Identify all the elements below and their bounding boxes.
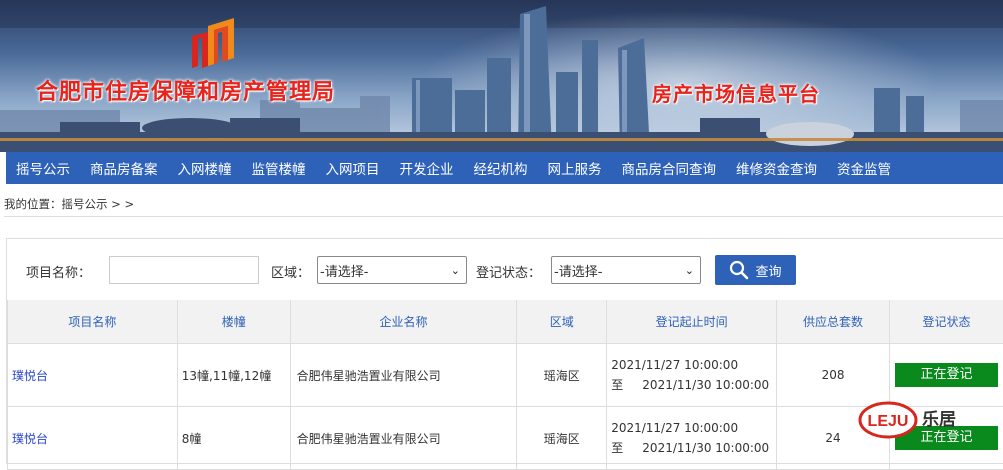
nav-item-contract-query[interactable]: 商品房合同查询 xyxy=(622,158,717,178)
status-cell: 正在登记 xyxy=(889,344,1003,407)
to-label: 至 xyxy=(611,441,623,455)
company-cell: 合肥伟星驰浩置业有限公司 xyxy=(290,344,517,407)
area-label: 区域： xyxy=(271,262,310,281)
column-header: 区域 xyxy=(517,300,607,344)
area-select-value: -请选择- xyxy=(320,261,368,280)
start-time: 2021/11/27 10:00:00 xyxy=(611,418,775,438)
nav-item-lottery-notice[interactable]: 摇号公示 xyxy=(16,158,70,178)
results-panel: 项目名称： 区域： -请选择- ⌄ 登记状态： -请选择- ⌄ 查询 项目名称 xyxy=(6,238,1003,464)
column-header: 楼幢 xyxy=(177,300,290,344)
nav-item-online-services[interactable]: 网上服务 xyxy=(548,158,602,178)
status-select-value: -请选择- xyxy=(554,261,602,280)
project-name-label: 项目名称： xyxy=(26,262,91,281)
nav-item-supervised-buildings[interactable]: 监管楼幢 xyxy=(252,158,306,178)
search-button-label: 查询 xyxy=(755,261,781,280)
end-time-line: 至 2021/11/30 10:00:00 xyxy=(611,438,775,458)
status-select[interactable]: -请选择- ⌄ xyxy=(551,256,701,284)
header-banner: 合肥市住房保障和房产管理局 房产市场信息平台 xyxy=(0,0,1003,152)
building-logo-icon xyxy=(190,14,242,70)
table-row: 璞悦台 8幢 合肥伟星驰浩置业有限公司 瑶海区 2021/11/27 10:00… xyxy=(8,407,1003,470)
breadcrumb: 我的位置：摇号公示 > > xyxy=(4,196,134,212)
project-link[interactable]: 璞悦台 xyxy=(8,407,178,470)
project-link[interactable]: 璞悦台 xyxy=(8,344,178,407)
registering-status-button[interactable]: 正在登记 xyxy=(895,363,998,387)
nav-item-housing-filing[interactable]: 商品房备案 xyxy=(90,158,158,178)
search-form: 项目名称： 区域： -请选择- ⌄ 登记状态： -请选择- ⌄ 查询 xyxy=(7,239,1003,301)
to-label: 至 xyxy=(611,378,623,392)
company-cell: 合肥伟星驰浩置业有限公司 xyxy=(290,407,517,470)
leju-logo-text: LEJU xyxy=(868,413,909,430)
agency-title: 合肥市住房保障和房产管理局 xyxy=(36,74,335,106)
start-time: 2021/11/27 10:00:00 xyxy=(611,355,775,375)
end-time: 2021/11/30 10:00:00 xyxy=(642,378,769,392)
nav-item-brokers[interactable]: 经纪机构 xyxy=(474,158,528,178)
search-button[interactable]: 查询 xyxy=(715,255,796,285)
status-label: 登记状态： xyxy=(476,262,541,281)
chevron-down-icon: ⌄ xyxy=(685,264,694,277)
nav-item-maintenance-fund-query[interactable]: 维修资金查询 xyxy=(736,158,817,178)
lottery-table: 项目名称 楼幢 企业名称 区域 登记起止时间 供应总套数 登记状态 璞悦台 13… xyxy=(7,300,1003,470)
registration-period-cell: 2021/11/27 10:00:00 至 2021/11/30 10:00:0… xyxy=(607,344,777,407)
table-header-row: 项目名称 楼幢 企业名称 区域 登记起止时间 供应总套数 登记状态 xyxy=(8,300,1003,344)
divider xyxy=(4,216,1003,217)
nav-item-networked-projects[interactable]: 入网项目 xyxy=(326,158,380,178)
area-cell: 瑶海区 xyxy=(517,344,607,407)
table-row: 璞悦台 13幢,11幢,12幢 合肥伟星驰浩置业有限公司 瑶海区 2021/11… xyxy=(8,344,1003,407)
area-select[interactable]: -请选择- ⌄ xyxy=(317,256,467,284)
column-header: 登记起止时间 xyxy=(607,300,777,344)
column-header: 登记状态 xyxy=(889,300,1003,344)
leju-logo-icon: LEJU xyxy=(858,400,920,440)
nav-item-networked-buildings[interactable]: 入网楼幢 xyxy=(178,158,232,178)
registration-period-cell: 2021/11/27 10:00:00 至 2021/11/30 10:00:0… xyxy=(607,407,777,470)
platform-title: 房产市场信息平台 xyxy=(652,78,820,107)
leju-watermark: LEJU 乐居 xyxy=(858,400,968,440)
buildings-cell: 13幢,11幢,12幢 xyxy=(177,344,290,407)
nav-item-fund-supervision[interactable]: 资金监管 xyxy=(837,158,891,178)
area-cell: 瑶海区 xyxy=(517,407,607,470)
search-icon xyxy=(729,260,749,280)
leju-text: 乐居 xyxy=(922,405,956,430)
project-name-input[interactable] xyxy=(109,256,259,284)
chevron-down-icon: ⌄ xyxy=(451,264,460,277)
column-header: 供应总套数 xyxy=(777,300,890,344)
end-time: 2021/11/30 10:00:00 xyxy=(642,441,769,455)
buildings-cell: 8幢 xyxy=(177,407,290,470)
nav-item-developers[interactable]: 开发企业 xyxy=(400,158,454,178)
end-time-line: 至 2021/11/30 10:00:00 xyxy=(611,375,775,395)
column-header: 企业名称 xyxy=(290,300,517,344)
column-header: 项目名称 xyxy=(8,300,178,344)
total-units-cell: 208 xyxy=(777,344,890,407)
main-nav: 摇号公示 商品房备案 入网楼幢 监管楼幢 入网项目 开发企业 经纪机构 网上服务… xyxy=(6,152,1003,184)
